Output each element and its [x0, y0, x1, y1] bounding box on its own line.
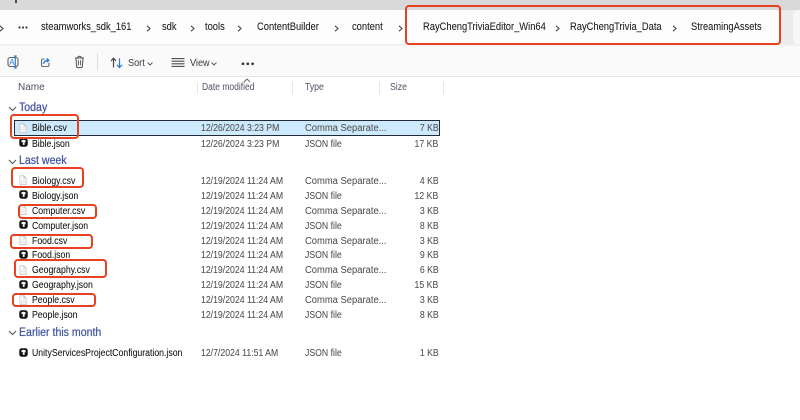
svg-text:A: A: [9, 58, 15, 67]
